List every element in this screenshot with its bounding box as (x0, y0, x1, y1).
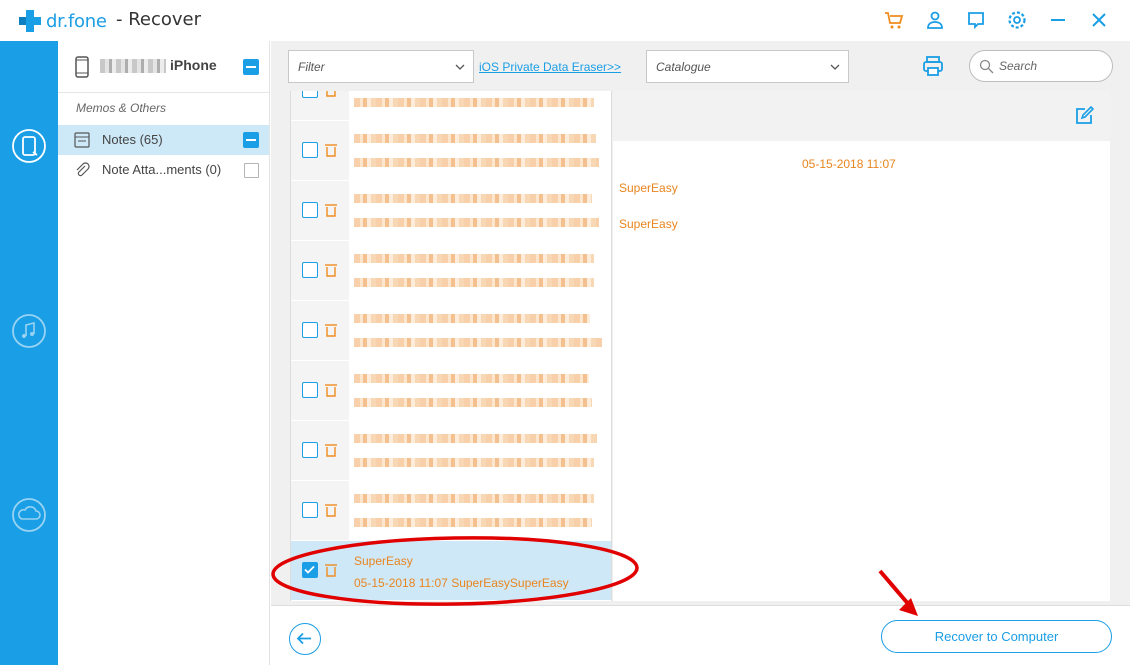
arrow-left-icon (296, 632, 311, 645)
search-icon (979, 59, 994, 74)
content-area: Filter iOS Private Data Eraser>> Catalog… (271, 41, 1130, 665)
close-icon[interactable] (1088, 9, 1110, 31)
search-input[interactable]: Search (969, 50, 1113, 82)
note-checkbox[interactable] (302, 91, 318, 98)
note-checkbox-checked[interactable] (302, 562, 318, 578)
detail-text-line: SuperEasy (619, 181, 678, 195)
back-button[interactable] (289, 623, 321, 655)
category-attachments-label: Note Atta...ments (0) (102, 162, 222, 177)
deleted-trash-icon (325, 204, 337, 217)
filter-dropdown[interactable]: Filter (288, 50, 474, 83)
chevron-down-icon (830, 64, 840, 70)
iphone-icon (75, 56, 89, 78)
plus-logo-icon (19, 10, 41, 32)
deleted-trash-icon (325, 264, 337, 277)
search-placeholder: Search (999, 59, 1038, 73)
recover-to-computer-button[interactable]: Recover to Computer (881, 620, 1112, 653)
deleted-trash-icon (325, 504, 337, 517)
deleted-trash-icon (325, 444, 337, 457)
note-list: SuperEasy 05-15-2018 11:07 SuperEasySupe… (290, 91, 612, 601)
itunes-recover-icon[interactable] (11, 313, 47, 349)
settings-icon[interactable] (1006, 9, 1028, 31)
paperclip-icon (76, 162, 90, 177)
catalogue-value: Catalogue (656, 60, 711, 74)
note-checkbox[interactable] (302, 142, 318, 158)
phone-recover-icon[interactable] (11, 128, 47, 164)
checkmark-icon (304, 565, 315, 574)
deleted-trash-icon (325, 564, 337, 577)
device-select-all-checkbox[interactable] (243, 59, 259, 75)
list-item[interactable] (291, 361, 611, 421)
bottom-bar: Recover to Computer (271, 605, 1130, 665)
note-checkbox[interactable] (302, 202, 318, 218)
list-item[interactable] (291, 421, 611, 481)
edit-icon[interactable] (1074, 106, 1094, 126)
ios-eraser-link[interactable]: iOS Private Data Eraser>> (479, 60, 621, 74)
notes-partial-checkbox[interactable] (243, 132, 259, 148)
note-checkbox[interactable] (302, 502, 318, 518)
list-item[interactable] (291, 91, 611, 121)
deleted-trash-icon (325, 384, 337, 397)
list-item[interactable] (291, 121, 611, 181)
drfone-logo: dr.fone (18, 9, 107, 33)
brand-name: dr.fone (46, 10, 107, 32)
mode-rail (0, 41, 58, 665)
chevron-down-icon (455, 64, 465, 70)
cart-icon[interactable] (883, 9, 905, 31)
list-item[interactable] (291, 181, 611, 241)
note-checkbox[interactable] (302, 262, 318, 278)
attachments-checkbox[interactable] (244, 163, 259, 178)
icloud-recover-icon[interactable] (11, 497, 47, 533)
note-meta: 05-15-2018 11:07 SuperEasySuperEasy (354, 576, 569, 590)
detail-text-line: SuperEasy (619, 217, 678, 231)
note-checkbox[interactable] (302, 382, 318, 398)
section-label: Memos & Others (76, 101, 167, 115)
list-item[interactable] (291, 241, 611, 301)
deleted-trash-icon (326, 91, 336, 97)
list-item-selected[interactable]: SuperEasy 05-15-2018 11:07 SuperEasySupe… (291, 541, 611, 601)
category-notes[interactable]: Notes (65) (58, 125, 269, 155)
note-checkbox[interactable] (302, 322, 318, 338)
user-icon[interactable] (924, 9, 946, 31)
note-detail-pane: 05-15-2018 11:07 SuperEasy SuperEasy (613, 91, 1110, 601)
list-item[interactable] (291, 481, 611, 541)
filter-value: Filter (298, 60, 325, 74)
detail-header (613, 91, 1110, 141)
catalogue-dropdown[interactable]: Catalogue (646, 50, 849, 83)
title-bar: dr.fone - Recover (0, 0, 1130, 41)
feedback-icon[interactable] (965, 9, 987, 31)
deleted-trash-icon (325, 144, 337, 157)
toolbar: Filter iOS Private Data Eraser>> Catalog… (271, 41, 1130, 91)
printer-icon[interactable] (922, 55, 944, 77)
note-checkbox[interactable] (302, 442, 318, 458)
list-item[interactable] (291, 301, 611, 361)
device-header: iPhone (58, 41, 269, 93)
category-note-attachments[interactable]: Note Atta...ments (0) (58, 155, 269, 185)
note-title: SuperEasy (354, 554, 413, 568)
deleted-trash-icon (325, 324, 337, 337)
blurred-device-owner (100, 59, 166, 73)
category-panel: iPhone Memos & Others Notes (65) Note At… (58, 41, 270, 665)
category-notes-label: Notes (65) (102, 132, 163, 147)
device-name: iPhone (170, 57, 217, 73)
app-title: - Recover (116, 9, 202, 30)
detail-date: 05-15-2018 11:07 (802, 157, 896, 171)
notes-icon (74, 132, 90, 148)
minimize-icon[interactable] (1047, 9, 1069, 31)
